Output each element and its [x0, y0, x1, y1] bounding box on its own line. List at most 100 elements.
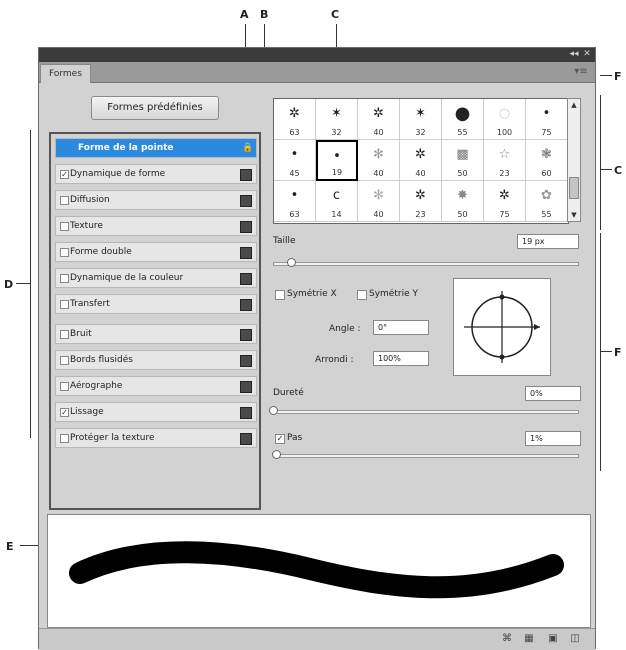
flip-x-checkbox[interactable] [275, 290, 285, 300]
brush-tip[interactable]: ✲ 23 [400, 181, 442, 222]
brush-tip-icon: ● [454, 103, 471, 124]
flip-y-checkbox[interactable] [357, 290, 367, 300]
brush-tip[interactable]: ✲ 40 [358, 99, 400, 140]
setting-scattering[interactable]: Diffusion [55, 190, 257, 210]
brush-tip[interactable]: c 14 [316, 181, 358, 222]
brush-tip-size: 55 [541, 210, 552, 219]
panel-titlebar[interactable]: ◂◂ ✕ [39, 48, 595, 62]
brush-tip[interactable]: ✸ 50 [442, 181, 484, 222]
brush-tip[interactable]: ✻ 40 [358, 181, 400, 222]
lock-icon[interactable] [240, 221, 252, 233]
setting-transfer[interactable]: Transfert [55, 294, 257, 314]
checkbox[interactable] [60, 248, 69, 257]
setting-shape-dynamics[interactable]: ✓ Dynamique de forme [55, 164, 257, 184]
callout-c-right-line [600, 169, 612, 170]
checkbox[interactable] [60, 300, 69, 309]
spacing-checkbox[interactable]: ✓ [275, 434, 285, 444]
hardness-slider-knob[interactable] [269, 406, 278, 415]
brush-tip-icon: ✲ [415, 188, 426, 203]
trash-icon[interactable]: ◫ [569, 633, 581, 645]
roundness-field[interactable]: 100% [373, 351, 429, 366]
brush-tip[interactable]: ▩ 50 [442, 140, 484, 181]
brush-tip[interactable]: ✶ 32 [316, 99, 358, 140]
brush-tip-size: 55 [457, 128, 468, 137]
brush-presets-button[interactable]: Formes prédéfinies [91, 96, 219, 120]
angle-field[interactable]: 0° [373, 320, 429, 335]
setting-dual-brush[interactable]: Forme double [55, 242, 257, 262]
brush-tip-scrollbar[interactable]: ▲ ▼ [567, 98, 581, 222]
callout-e: E [6, 540, 14, 553]
size-field[interactable]: 19 px [517, 234, 579, 249]
brush-tip-icon: ✲ [373, 106, 384, 121]
hardness-field[interactable]: 0% [525, 386, 581, 401]
lock-icon[interactable] [240, 329, 252, 341]
brush-tip[interactable]: ○ 100 [484, 99, 526, 140]
brush-tip[interactable]: ☆ 23 [484, 140, 526, 181]
brush-tip[interactable]: ✻ 40 [358, 140, 400, 181]
brush-tip[interactable]: ❃ 60 [526, 140, 568, 181]
checkbox[interactable] [60, 356, 69, 365]
lock-icon[interactable] [240, 195, 252, 207]
checkbox[interactable] [60, 434, 69, 443]
size-slider-track[interactable] [273, 262, 579, 266]
setting-protect-texture[interactable]: Protéger la texture [55, 428, 257, 448]
brush-tip-icon: ✶ [331, 106, 342, 121]
brush-tip-icon: • [333, 149, 341, 164]
checkbox[interactable] [60, 274, 69, 283]
tab-brushes[interactable]: Formes [40, 64, 91, 83]
brush-tip[interactable]: ● 55 [442, 99, 484, 140]
setting-noise[interactable]: Bruit [55, 324, 257, 344]
brush-tip-size: 63 [289, 128, 300, 137]
checkbox[interactable]: ✓ [60, 408, 69, 417]
brush-tip[interactable]: ✲ 63 [274, 99, 316, 140]
brush-tip-icon: ✻ [373, 188, 384, 203]
hardness-label: Dureté [273, 388, 304, 398]
lock-icon[interactable] [240, 433, 252, 445]
scroll-down-icon[interactable]: ▼ [568, 209, 580, 221]
checkbox[interactable] [60, 330, 69, 339]
hardness-slider-track[interactable] [273, 410, 579, 414]
spacing-field[interactable]: 1% [525, 431, 581, 446]
lock-icon[interactable] [240, 299, 252, 311]
lock-icon[interactable] [240, 407, 252, 419]
brush-tip-selected[interactable]: • 19 [316, 140, 358, 181]
spacing-slider-knob[interactable] [272, 450, 282, 459]
lock-icon[interactable] [240, 273, 252, 285]
setting-texture[interactable]: Texture [55, 216, 257, 236]
setting-color-dynamics[interactable]: Dynamique de la couleur [55, 268, 257, 288]
angle-roundness-preview[interactable] [453, 278, 551, 376]
setting-label: Forme double [70, 247, 132, 257]
brush-tip[interactable]: • 63 [274, 181, 316, 222]
brush-tip[interactable]: ✲ 75 [484, 181, 526, 222]
new-brush-icon[interactable]: ▣ [547, 633, 559, 645]
checkbox[interactable] [60, 222, 69, 231]
lock-icon[interactable] [240, 247, 252, 259]
lock-icon[interactable] [240, 381, 252, 393]
lock-icon[interactable] [240, 169, 252, 181]
collapse-icon[interactable]: ◂◂ [569, 50, 579, 59]
brush-tip[interactable]: ✲ 40 [400, 140, 442, 181]
checkbox[interactable] [60, 196, 69, 205]
scroll-up-icon[interactable]: ▲ [568, 99, 580, 111]
brush-tip-grid: ✲ 63 ✶ 32 ✲ 40 ✶ 32 ● 55 ○ 100 • 75 • 45 • 19 ✻ 40… [273, 98, 569, 224]
brush-tip[interactable]: • 75 [526, 99, 568, 140]
scroll-thumb[interactable] [569, 177, 579, 199]
panel-menu-icon[interactable]: ▾≡ [573, 66, 589, 78]
grid-view-icon[interactable]: ▦ [523, 633, 535, 645]
lock-icon[interactable] [240, 355, 252, 367]
brush-tip[interactable]: ✿ 55 [526, 181, 568, 222]
brush-tip-size: 75 [541, 128, 552, 137]
angle-label: Angle : [329, 324, 361, 334]
setting-brush-tip-shape[interactable]: Forme de la pointe 🔒 [55, 138, 257, 158]
brush-tip[interactable]: ✶ 32 [400, 99, 442, 140]
setting-smoothing[interactable]: ✓ Lissage [55, 402, 257, 422]
setting-airbrush[interactable]: Aérographe [55, 376, 257, 396]
toggle-live-tip-icon[interactable]: ⌘ [501, 633, 513, 645]
checkbox[interactable]: ✓ [60, 170, 69, 179]
brush-tip[interactable]: • 45 [274, 140, 316, 181]
checkbox[interactable] [60, 382, 69, 391]
close-icon[interactable]: ✕ [582, 50, 592, 59]
spacing-slider-track[interactable] [273, 454, 579, 458]
lock-icon[interactable]: 🔒 [242, 143, 253, 153]
setting-wet-edges[interactable]: Bords flusidés [55, 350, 257, 370]
